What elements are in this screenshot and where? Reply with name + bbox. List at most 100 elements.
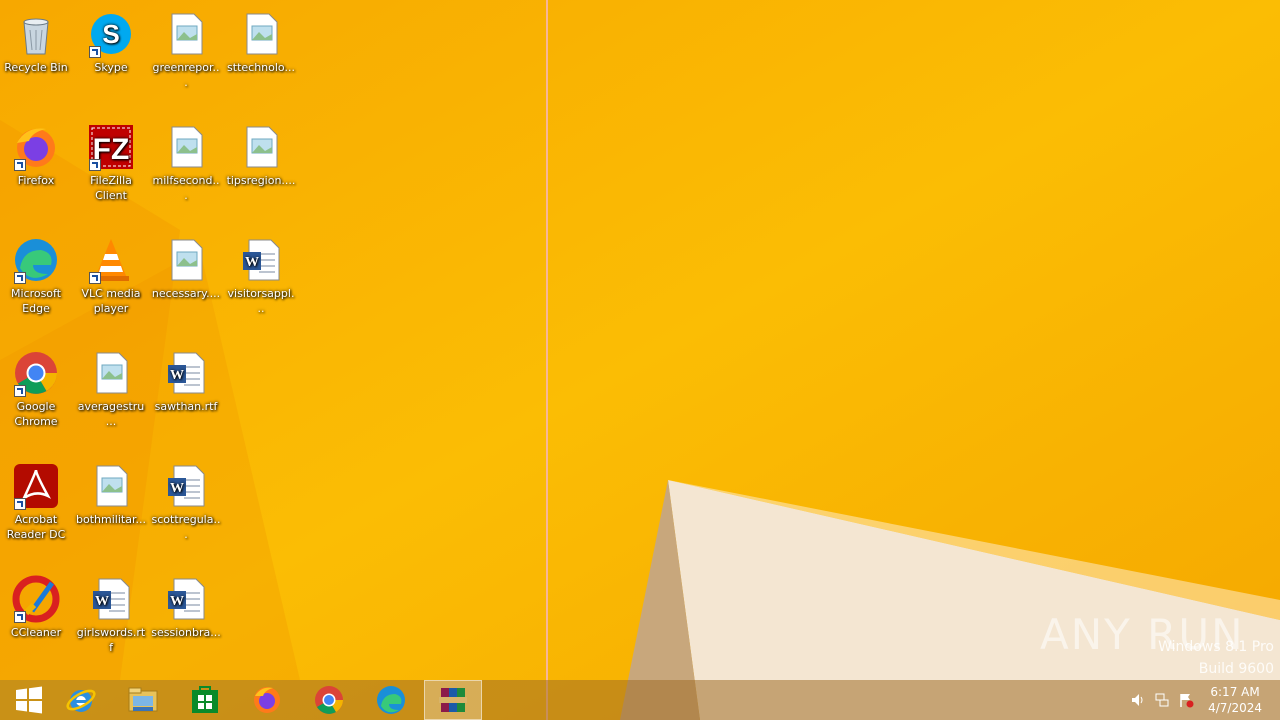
file-explorer-icon — [128, 687, 158, 712]
image-file-icon — [237, 123, 285, 171]
ccleaner-icon — [12, 575, 60, 623]
desktop-icon[interactable]: Wscottregula... — [150, 456, 222, 556]
image-file-icon — [237, 10, 285, 58]
chrome-icon — [315, 686, 343, 714]
desktop-icon-label: Microsoft Edge — [10, 287, 62, 315]
desktop-icon-label: averagestru... — [77, 400, 145, 428]
desktop-icon[interactable]: Wgirlswords.rtf — [75, 569, 147, 669]
shortcut-arrow-icon — [14, 498, 26, 510]
file-explorer-button[interactable] — [114, 680, 172, 720]
system-tray: 6:17 AM 4/7/2024 — [1120, 680, 1280, 720]
desktop-icon[interactable]: bothmilitar... — [75, 456, 147, 556]
svg-text:S: S — [102, 19, 119, 49]
desktop-icon[interactable]: Firefox — [0, 117, 72, 217]
desktop-icon-label: sawthan.rtf — [154, 400, 218, 413]
internet-explorer-icon — [66, 689, 96, 712]
desktop-icon[interactable]: averagestru... — [75, 343, 147, 443]
shortcut-arrow-icon — [14, 611, 26, 623]
desktop-icon[interactable]: tipsregion.... — [225, 117, 297, 217]
edge-icon — [12, 236, 60, 284]
svg-text:W: W — [245, 255, 259, 270]
word-doc-icon: W — [162, 349, 210, 397]
word-doc-icon: W — [237, 236, 285, 284]
taskbar-clock[interactable]: 6:17 AM 4/7/2024 — [1208, 684, 1262, 716]
svg-text:W: W — [170, 481, 184, 496]
desktop-icon[interactable]: Acrobat Reader DC — [0, 456, 72, 556]
start-button[interactable] — [0, 680, 58, 720]
firefox-icon — [12, 123, 60, 171]
desktop-icon-label: tipsregion.... — [226, 174, 296, 187]
winrar-button[interactable] — [424, 680, 482, 720]
speaker-icon[interactable] — [1130, 692, 1146, 708]
desktop-icon[interactable]: necessary.... — [150, 230, 222, 330]
desktop-icon[interactable]: Google Chrome — [0, 343, 72, 443]
word-doc-icon: W — [87, 575, 135, 623]
desktop-icon-label: necessary.... — [151, 287, 221, 300]
vlc-icon — [87, 236, 135, 284]
desktop-icon[interactable]: VLC media player — [75, 230, 147, 330]
internet-explorer-button[interactable] — [52, 680, 110, 720]
windows-edition: Windows 8.1 Pro — [1158, 639, 1274, 655]
image-file-icon — [87, 462, 135, 510]
desktop-icon[interactable]: greenrepor... — [150, 4, 222, 104]
image-file-icon — [87, 349, 135, 397]
desktop-icon-label: Recycle Bin — [4, 61, 68, 74]
firefox-button[interactable] — [238, 680, 296, 720]
shortcut-arrow-icon — [14, 385, 26, 397]
desktop-icon[interactable]: Wsessionbra... — [150, 569, 222, 669]
image-file-icon — [162, 123, 210, 171]
desktop-icon-label: Google Chrome — [14, 400, 58, 428]
skype-icon: S — [87, 10, 135, 58]
desktop-icon[interactable]: FZ FileZilla Client — [75, 117, 147, 217]
word-doc-icon: W — [162, 575, 210, 623]
desktop-icon-label: visitorsappl... — [227, 287, 295, 315]
desktop-icon[interactable]: sttechnolo... — [225, 4, 297, 104]
recycle-bin-icon — [12, 10, 60, 58]
edge-button[interactable] — [362, 680, 420, 720]
desktop-icon-label: sttechnolo... — [227, 61, 295, 74]
desktop-icon-label: Firefox — [17, 174, 55, 187]
desktop-icon[interactable]: Wsawthan.rtf — [150, 343, 222, 443]
shortcut-arrow-icon — [89, 159, 101, 171]
image-file-icon — [162, 10, 210, 58]
desktop-icon-label: VLC media player — [81, 287, 141, 315]
screen-divider-line — [546, 0, 548, 720]
action-center-flag-icon[interactable] — [1178, 692, 1194, 708]
desktop-icon[interactable]: Recycle Bin — [0, 4, 72, 104]
firefox-icon — [254, 687, 280, 713]
word-doc-icon: W — [162, 462, 210, 510]
desktop-icon-label: greenrepor... — [152, 61, 220, 89]
desktop-icon-label: CCleaner — [10, 626, 62, 639]
shortcut-arrow-icon — [14, 272, 26, 284]
network-icon[interactable] — [1154, 692, 1170, 708]
filezilla-icon: FZ — [87, 123, 135, 171]
taskbar: 6:17 AM 4/7/2024 — [0, 680, 1280, 720]
store-icon — [192, 686, 218, 713]
svg-text:W: W — [95, 594, 109, 609]
chrome-button[interactable] — [300, 680, 358, 720]
svg-text:W: W — [170, 594, 184, 609]
clock-time: 6:17 AM — [1210, 685, 1260, 699]
desktop-icon-label: Skype — [94, 61, 128, 74]
desktop-icon-label: Acrobat Reader DC — [6, 513, 66, 541]
desktop-icon-label: girlswords.rtf — [76, 626, 146, 654]
desktop-icon[interactable]: CCleaner — [0, 569, 72, 669]
edge-icon — [377, 686, 405, 714]
windows-logo-icon — [16, 686, 42, 714]
desktop-icon-label: sessionbra... — [151, 626, 221, 639]
desktop-icon-label: milfsecond... — [152, 174, 220, 202]
desktop-icon[interactable]: S Skype — [75, 4, 147, 104]
windows-build: Build 9600 — [1198, 661, 1274, 677]
desktop-icon[interactable]: Microsoft Edge — [0, 230, 72, 330]
acrobat-icon — [12, 462, 60, 510]
shortcut-arrow-icon — [14, 159, 26, 171]
desktop-icon-label: scottregula... — [151, 513, 221, 541]
chrome-icon — [12, 349, 60, 397]
desktop-icon-label: bothmilitar... — [76, 513, 146, 526]
winrar-icon — [439, 688, 467, 712]
desktop-icon[interactable]: Wvisitorsappl... — [225, 230, 297, 330]
desktop-icon[interactable]: milfsecond... — [150, 117, 222, 217]
svg-text:W: W — [170, 368, 184, 383]
store-button[interactable] — [176, 680, 234, 720]
desktop-icon-label: FileZilla Client — [90, 174, 132, 202]
